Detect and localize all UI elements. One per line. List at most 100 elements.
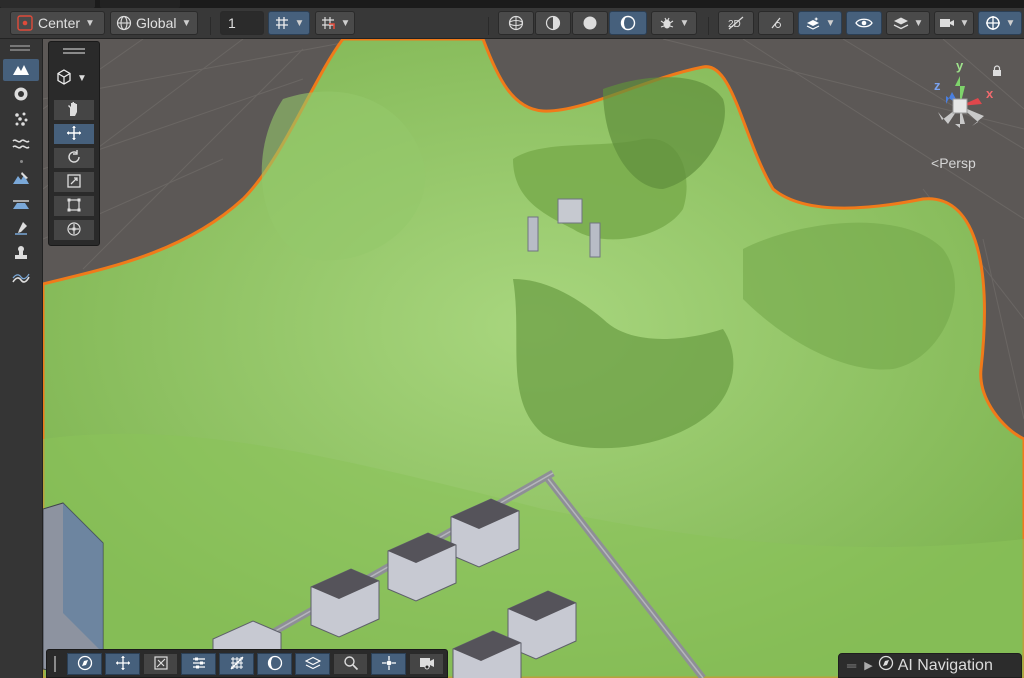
camera-button[interactable] [409, 653, 444, 675]
visibility-icon [855, 17, 873, 29]
fx-icon [805, 15, 821, 31]
pivot-button[interactable] [371, 653, 406, 675]
expand-arrow-icon[interactable]: ▶ [864, 659, 872, 672]
layers-icon [893, 15, 909, 31]
paint-texture-tool[interactable] [3, 168, 39, 190]
navigation-icon [878, 655, 894, 676]
raise-terrain-icon [12, 62, 30, 79]
transform-tool-button[interactable] [53, 219, 95, 241]
toolbar-separator [488, 17, 489, 35]
debug-draw-dropdown[interactable]: ▼ [651, 11, 697, 35]
grid-size-field[interactable]: 1 [220, 11, 264, 35]
column-grip[interactable] [10, 45, 30, 47]
camera-dropdown[interactable]: ▼ [934, 11, 974, 35]
scene-viewport[interactable] [43, 39, 1024, 678]
persp-icon: < [931, 155, 940, 171]
tool-context-dropdown[interactable]: ▼ [55, 68, 87, 89]
overlay-grip[interactable] [63, 52, 85, 54]
chevron-down-icon: ▼ [825, 17, 836, 29]
chevron-down-icon: ▼ [85, 17, 95, 29]
transform-tool-icon [66, 221, 82, 240]
effects-dropdown[interactable]: ▼ [798, 11, 842, 35]
paint-holes-icon [13, 86, 29, 105]
projection-toggle[interactable]: <Persp [931, 155, 976, 171]
gizmo-x-label: x [986, 86, 994, 101]
paint-holes-tool[interactable] [3, 84, 39, 106]
pivot-icon [381, 655, 397, 674]
tab-scene[interactable] [0, 0, 95, 8]
grid-snap-dropdown[interactable]: ▼ [268, 11, 310, 35]
scale-tool-button[interactable] [53, 171, 95, 193]
view-tool-icon [66, 101, 82, 120]
overlay-grip[interactable] [54, 656, 56, 672]
gizmos-dropdown[interactable]: ▼ [978, 11, 1022, 35]
chevron-down-icon: ▼ [340, 17, 351, 29]
pivot-rotation-dropdown[interactable]: Global ▼ [110, 11, 198, 35]
projection-label: Persp [939, 155, 976, 171]
lock-icon[interactable] [992, 64, 1002, 80]
column-grip[interactable] [10, 49, 30, 51]
camera-icon [419, 656, 435, 673]
move-icon [115, 655, 131, 674]
overlay-grip[interactable] [63, 48, 85, 50]
gizmos-icon [985, 15, 1001, 31]
settings-button[interactable] [181, 653, 216, 675]
chevron-down-icon: ▼ [294, 17, 305, 29]
shaded-wireframe-button[interactable] [535, 11, 571, 35]
wireframe-button[interactable] [498, 11, 534, 35]
skybox-button[interactable] [257, 653, 292, 675]
move-button[interactable] [105, 653, 140, 675]
chevron-down-icon: ▼ [679, 17, 690, 29]
tab-animator[interactable] [100, 0, 180, 8]
shaded-button[interactable] [572, 11, 608, 35]
separator-dot [20, 160, 23, 163]
scene-render [43, 39, 1024, 678]
raise-terrain-tool[interactable] [3, 59, 39, 81]
scene-visibility-toggle[interactable] [846, 11, 882, 35]
rect-tool-button[interactable] [53, 195, 95, 217]
shaded-wire-icon [545, 15, 561, 31]
smooth-tool[interactable] [3, 134, 39, 156]
layers-dropdown[interactable]: ▼ [886, 11, 930, 35]
pivot-rotation-label: Global [136, 15, 177, 31]
stamp-tool[interactable] [3, 218, 39, 240]
paint-details-tool[interactable] [3, 109, 39, 131]
stamp-terrain-tool[interactable] [3, 243, 39, 265]
terrain-settings-icon [12, 271, 30, 288]
scene-toolbar: Center ▼ Global ▼ 1 ▼ ▼ ▼ ▼ ▼ ▼ ▼ [0, 8, 1024, 39]
increment-snap-icon [320, 15, 336, 31]
view-tool-button[interactable] [53, 99, 95, 121]
set-height-tool[interactable] [3, 193, 39, 215]
mesh-button[interactable] [219, 653, 254, 675]
tools-overlay: ▼ [48, 41, 100, 246]
lighting-toggle[interactable] [609, 11, 647, 35]
increment-snap-dropdown[interactable]: ▼ [315, 11, 355, 35]
search-button[interactable] [333, 653, 368, 675]
settings-icon [191, 655, 207, 674]
pivot-center-icon [17, 15, 33, 31]
terrain-settings-tool[interactable] [3, 268, 39, 290]
build-button[interactable] [143, 653, 178, 675]
lighting-icon [620, 15, 636, 31]
stamp-icon [13, 220, 29, 239]
pivot-mode-label: Center [38, 15, 81, 31]
rotate-tool-button[interactable] [53, 147, 95, 169]
move-tool-icon [66, 125, 82, 144]
paint-texture-icon [12, 170, 30, 189]
navigation-button[interactable] [67, 653, 102, 675]
layers-icon [304, 655, 321, 674]
move-tool-button[interactable] [53, 123, 95, 145]
shaded-icon [582, 15, 598, 31]
ai-navigation-overlay[interactable]: ═ ▶ AI Navigation [838, 653, 1022, 678]
layers-button[interactable] [295, 653, 330, 675]
grid-size-value: 1 [228, 15, 236, 31]
bug-icon [659, 15, 675, 31]
2d-toggle[interactable]: 2D [718, 11, 754, 35]
gizmo-z-label: z [934, 78, 941, 93]
terrain-tool-column [0, 39, 43, 678]
set-height-icon [12, 196, 30, 213]
chevron-down-icon: ▼ [1005, 17, 1016, 29]
pivot-mode-dropdown[interactable]: Center ▼ [10, 11, 105, 35]
chevron-down-icon: ▼ [77, 73, 87, 84]
scene-lighting-toggle[interactable] [758, 11, 794, 35]
